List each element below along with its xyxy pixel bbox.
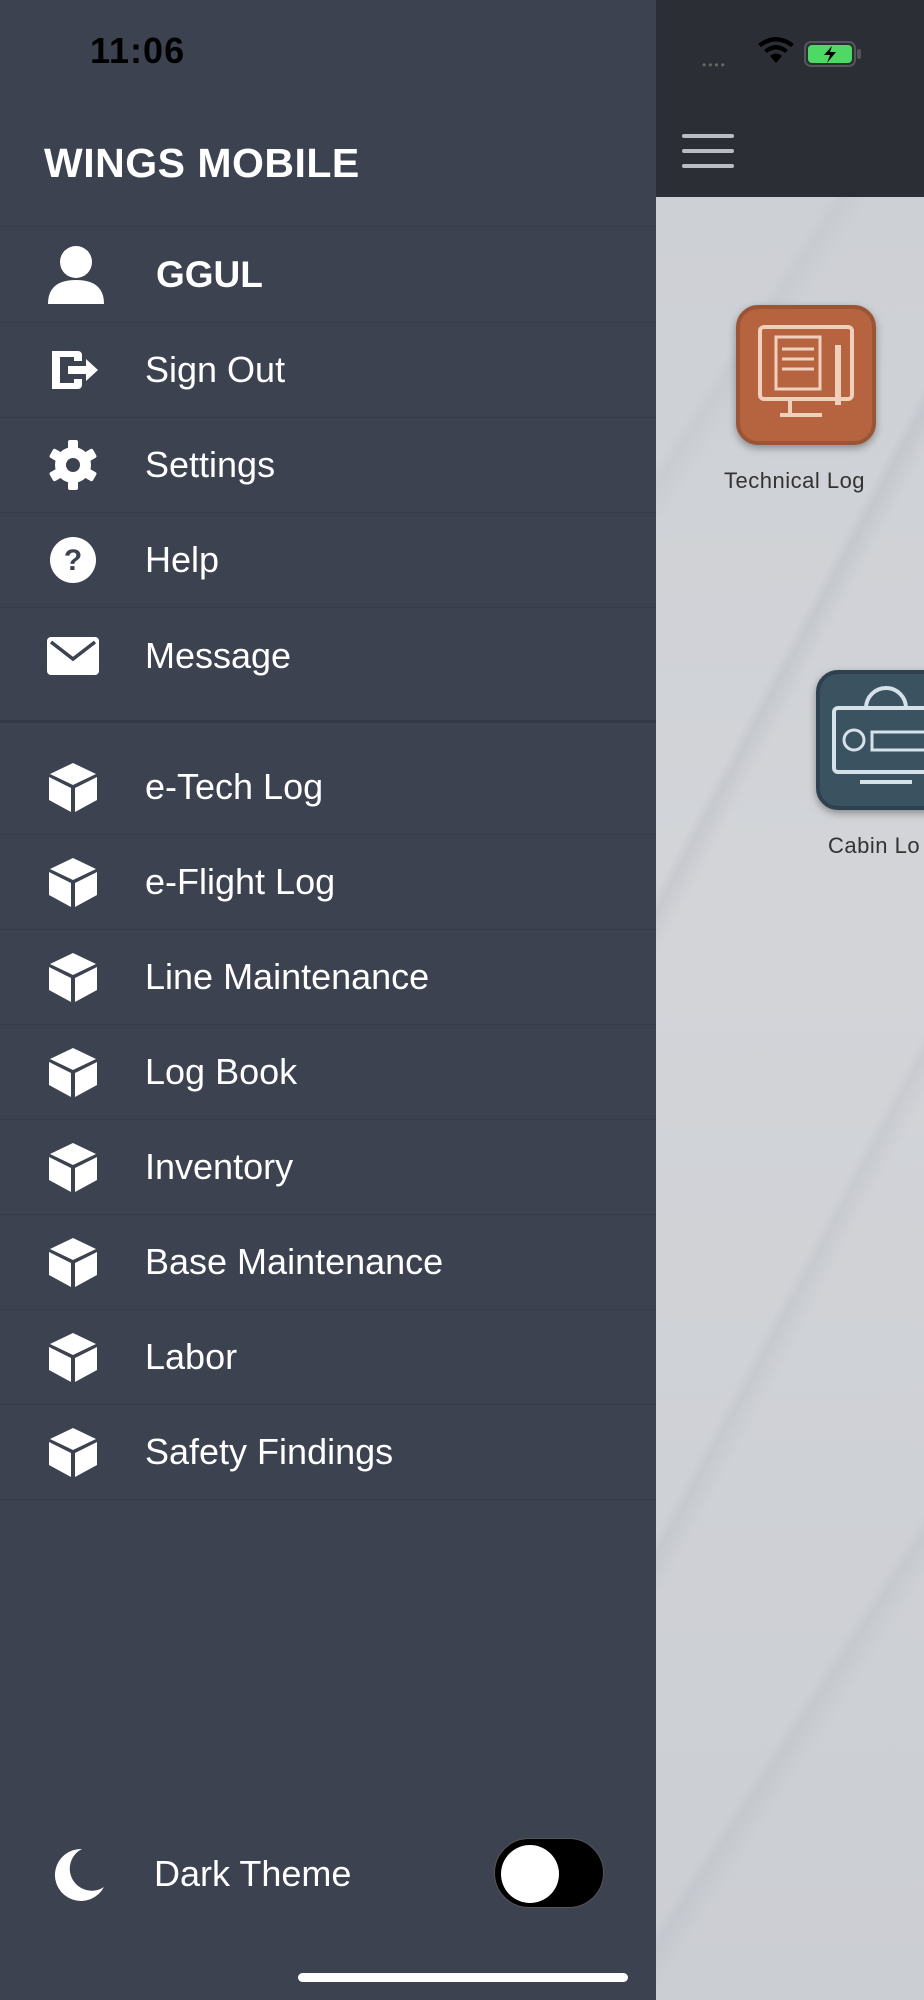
cabin-log-icon xyxy=(816,670,924,810)
tile-label: Cabin Lo xyxy=(828,833,921,858)
cube-icon xyxy=(49,1333,97,1382)
menu-item-label: Base Maintenance xyxy=(145,1241,444,1282)
menu-item-e-tech-log[interactable]: e-Tech Log xyxy=(0,740,656,835)
home-indicator-bar xyxy=(298,1973,628,1982)
dark-theme-toggle[interactable] xyxy=(494,1838,604,1908)
tile-technical-log[interactable]: Technical Log xyxy=(724,305,876,493)
status-time: 11:06 xyxy=(90,30,186,71)
cube-icon xyxy=(49,763,97,812)
menu-item-message[interactable]: Message xyxy=(0,608,656,703)
help-icon: ? xyxy=(50,537,96,583)
wifi-icon xyxy=(758,37,794,63)
menu-item-settings[interactable]: Settings xyxy=(0,418,656,513)
dark-theme-label: Dark Theme xyxy=(154,1852,352,1894)
battery-icon xyxy=(804,41,861,67)
menu-item-e-flight-log[interactable]: e-Flight Log xyxy=(0,835,656,930)
menu-item-labor[interactable]: Labor xyxy=(0,1310,656,1405)
menu-item-help[interactable]: ? Help xyxy=(0,513,656,608)
tile-cabin-log[interactable]: Cabin Lo xyxy=(816,670,924,858)
cube-icon xyxy=(49,858,97,907)
technical-log-icon xyxy=(736,305,876,445)
navigation-drawer: 11:06 WINGS MOBILE GGUL Sign Out Setting… xyxy=(0,0,656,2000)
cube-icon xyxy=(49,1238,97,1287)
menu-item-label: Message xyxy=(145,634,292,676)
cube-icon xyxy=(49,1048,97,1097)
menu-toggle-button[interactable] xyxy=(682,134,734,168)
menu-item-log-book[interactable]: Log Book xyxy=(0,1025,656,1120)
dashboard-background: Technical Log Cabin Lo xyxy=(656,197,924,2000)
moon-icon xyxy=(54,1848,104,1901)
sign-out-icon xyxy=(52,351,98,389)
menu-item-label: Safety Findings xyxy=(145,1431,394,1472)
menu-item-label: e-Flight Log xyxy=(145,861,336,902)
menu-item-label: Sign Out xyxy=(145,349,286,390)
cube-icon xyxy=(49,1143,97,1192)
svg-text:?: ? xyxy=(64,544,82,577)
menu-item-label: Line Maintenance xyxy=(145,956,430,997)
app-background: •••• Technical Log Cabin Lo xyxy=(656,0,924,2000)
toggle-knob xyxy=(501,1845,559,1903)
menu-item-label: Log Book xyxy=(145,1051,298,1092)
user-icon xyxy=(48,245,104,304)
app-top-bar: •••• xyxy=(656,0,924,197)
tile-label: Technical Log xyxy=(724,468,866,493)
menu-item-label: Inventory xyxy=(145,1146,294,1187)
menu-item-line-maintenance[interactable]: Line Maintenance xyxy=(0,930,656,1025)
gear-icon xyxy=(49,440,97,490)
user-name: GGUL xyxy=(156,253,263,295)
signal-icon: •••• xyxy=(702,58,727,72)
menu-item-sign-out[interactable]: Sign Out xyxy=(0,323,656,418)
menu-item-label: e-Tech Log xyxy=(145,766,324,807)
cube-icon xyxy=(49,1428,97,1477)
menu-item-base-maintenance[interactable]: Base Maintenance xyxy=(0,1215,656,1310)
menu-item-label: Labor xyxy=(145,1336,238,1377)
menu-item-label: Settings xyxy=(145,444,276,485)
user-profile-row[interactable]: GGUL xyxy=(0,226,656,323)
section-divider xyxy=(0,720,656,723)
menu-item-inventory[interactable]: Inventory xyxy=(0,1120,656,1215)
envelope-icon xyxy=(47,636,99,675)
menu-item-safety-findings[interactable]: Safety Findings xyxy=(0,1405,656,1500)
menu-item-label: Help xyxy=(145,539,220,580)
cube-icon xyxy=(49,953,97,1002)
app-brand-title: WINGS MOBILE xyxy=(44,140,360,186)
